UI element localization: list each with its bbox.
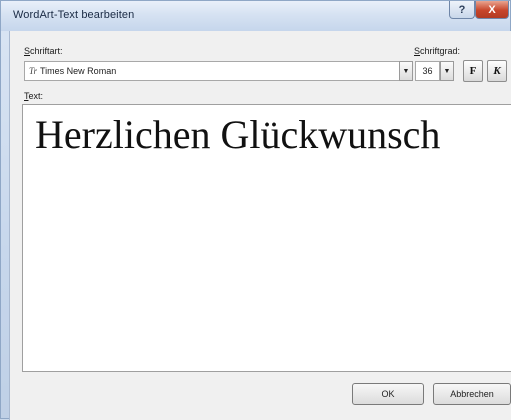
chevron-down-icon: ▼ (443, 67, 451, 75)
font-dropdown-button[interactable]: ▼ (399, 61, 413, 81)
bold-icon: F (469, 65, 477, 77)
close-icon: X (488, 3, 496, 16)
title-bar[interactable]: WordArt-Text bearbeiten ? X (1, 1, 510, 31)
size-dropdown-button[interactable]: ▼ (440, 61, 454, 81)
size-value: 36 (422, 66, 433, 76)
help-button[interactable]: ? (449, 1, 475, 19)
font-value: Times New Roman (40, 66, 117, 76)
truetype-icon: Tr (29, 66, 38, 76)
text-label: Text: (24, 91, 44, 101)
italic-icon: K (493, 65, 501, 77)
text-input[interactable]: Herzlichen Glückwunsch (22, 104, 511, 372)
window-title: WordArt-Text bearbeiten (13, 9, 135, 21)
bold-button[interactable]: F (463, 60, 483, 82)
wordart-dialog: WordArt-Text bearbeiten ? X Schriftart: … (0, 0, 511, 420)
chevron-down-icon: ▼ (402, 67, 410, 75)
italic-button[interactable]: K (487, 60, 507, 82)
ok-button[interactable]: OK (352, 383, 424, 405)
font-label: Schriftart: (24, 46, 63, 56)
dialog-content: Schriftart: Tr Times New Roman ▼ Schrift… (9, 31, 511, 420)
size-label: Schriftgrad: (414, 46, 461, 56)
text-value: Herzlichen Glückwunsch (35, 112, 441, 157)
close-button[interactable]: X (475, 1, 509, 19)
font-select[interactable]: Tr Times New Roman (24, 61, 406, 81)
ok-label: OK (381, 389, 395, 399)
help-icon: ? (458, 3, 466, 16)
cancel-button[interactable]: Abbrechen (433, 383, 511, 405)
size-select[interactable]: 36 (415, 61, 440, 81)
cancel-label: Abbrechen (450, 389, 494, 399)
